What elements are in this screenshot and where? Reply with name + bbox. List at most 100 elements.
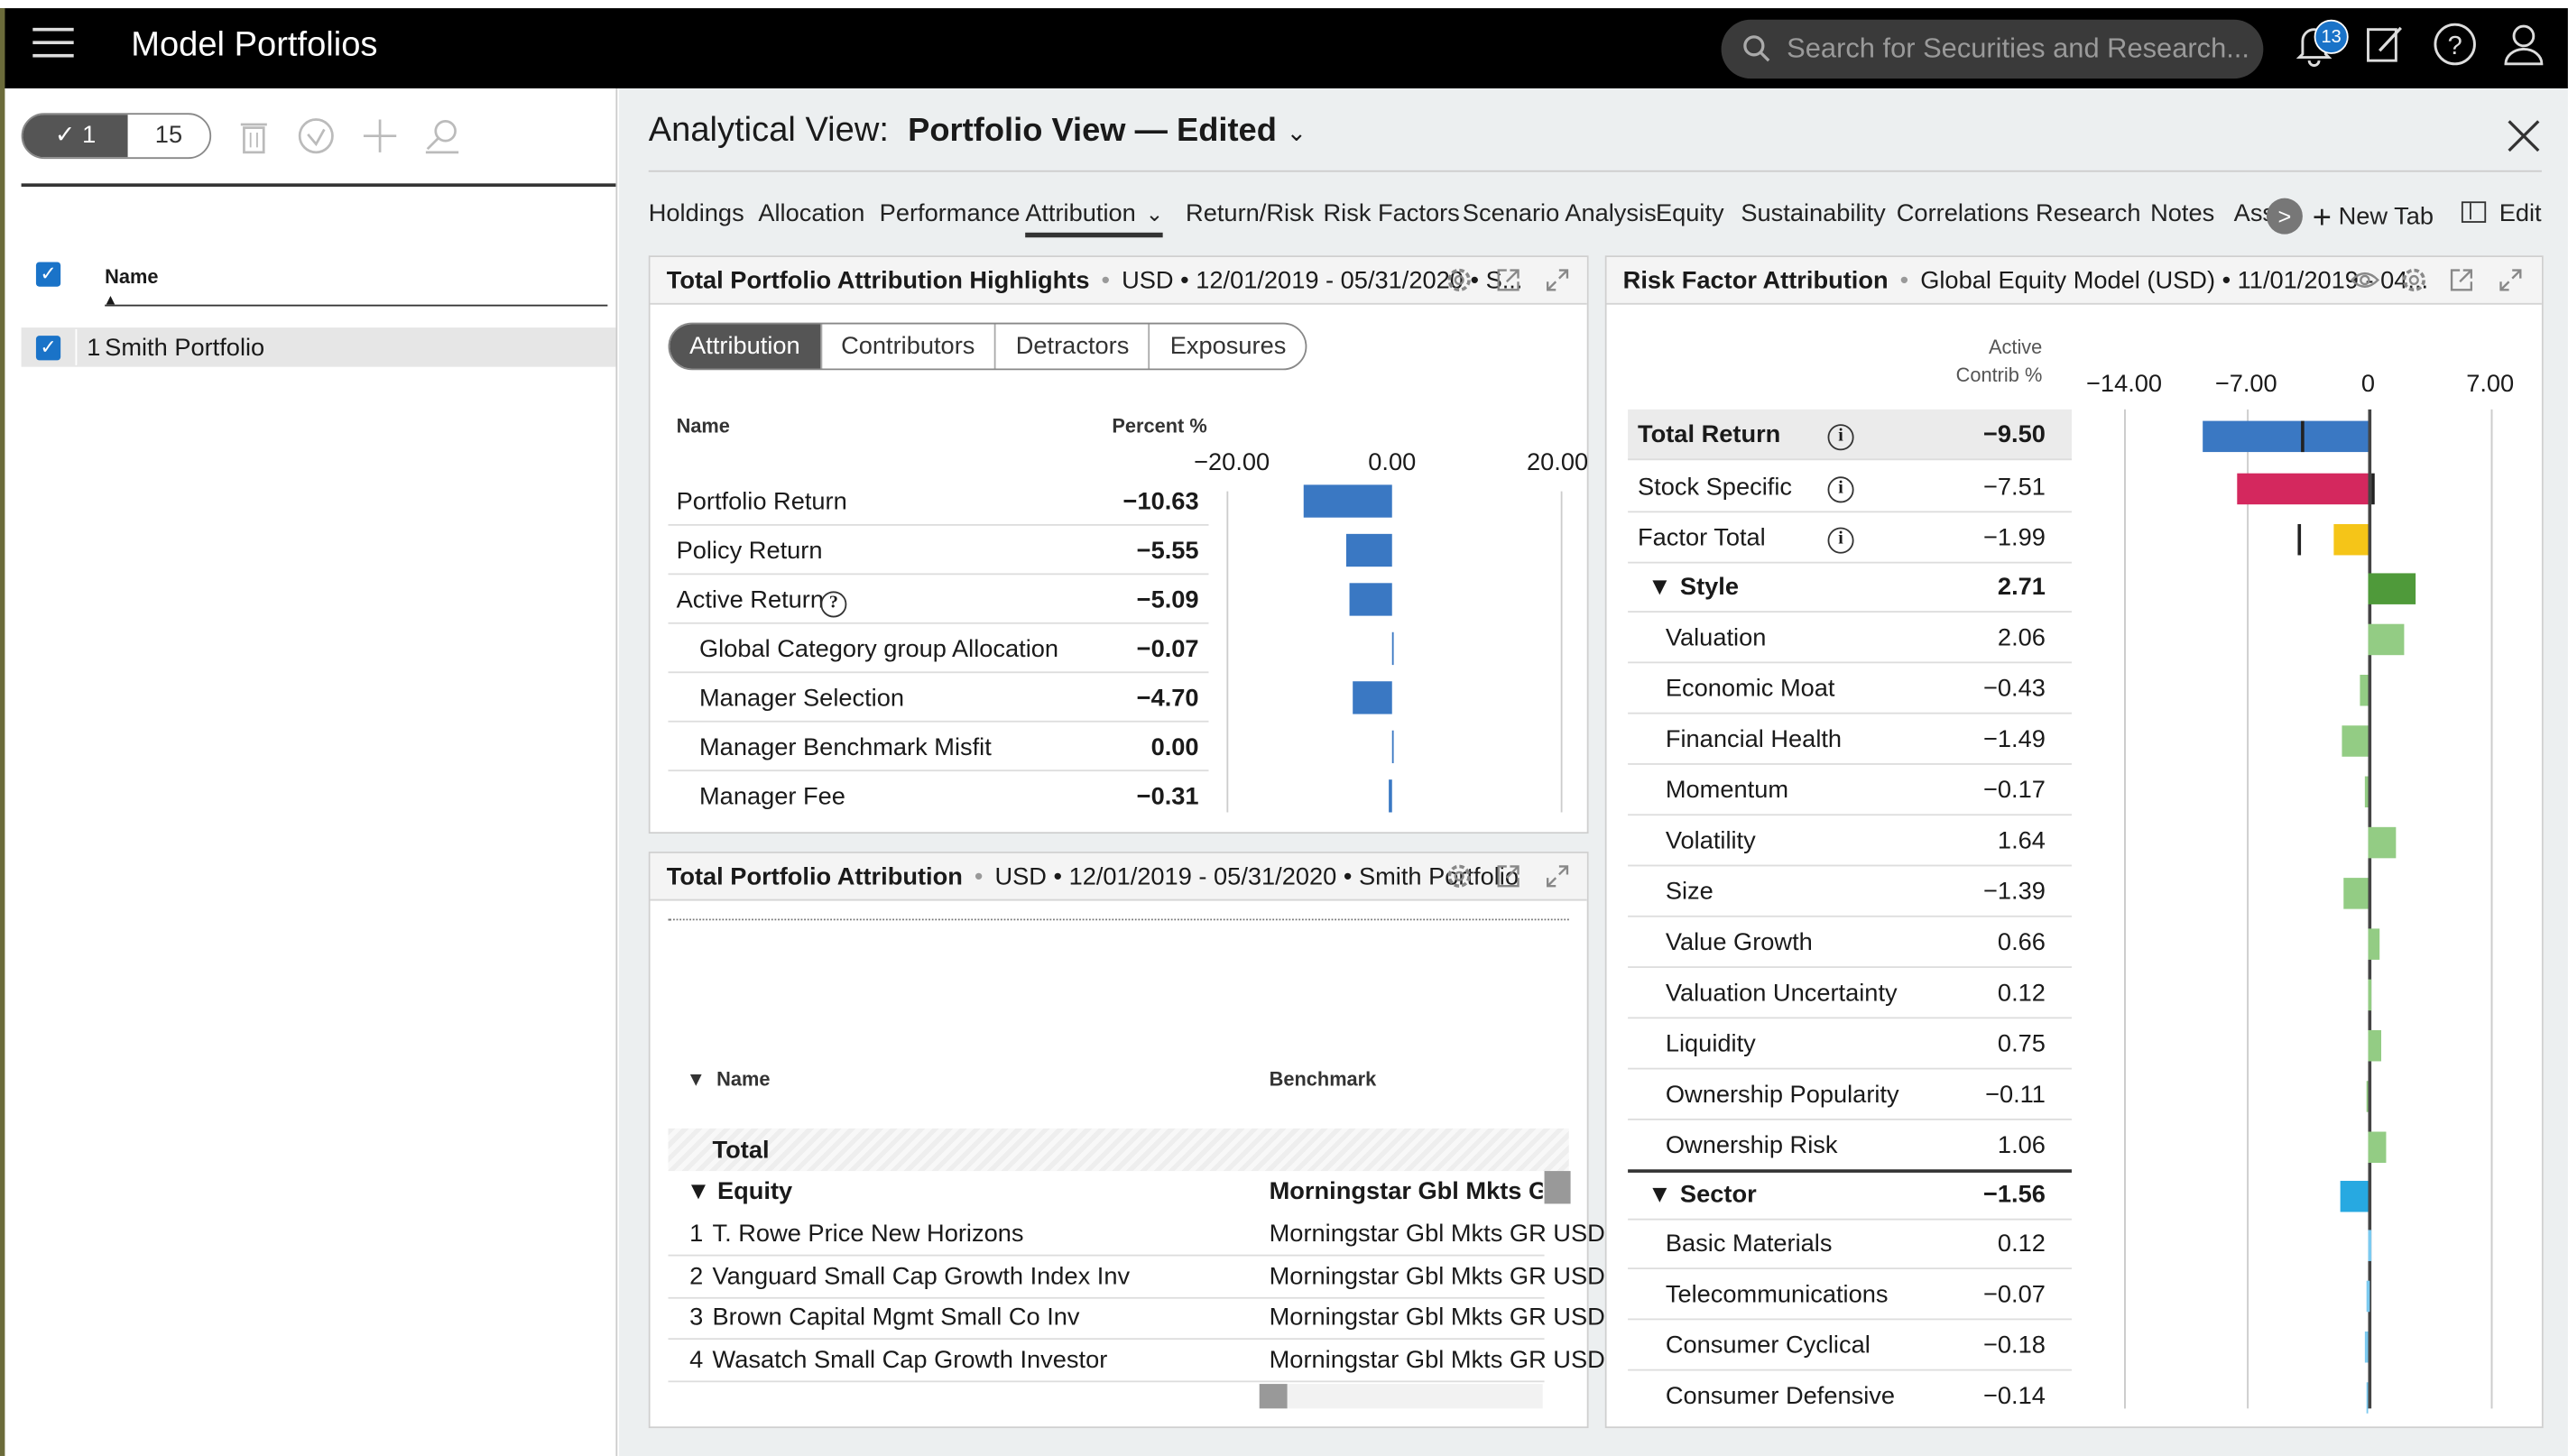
highlights-row-name: Manager Fee: [699, 782, 845, 811]
rfa-axis-tick: 7.00: [2466, 370, 2515, 399]
name-column-header[interactable]: Name: [105, 265, 158, 288]
tab-research[interactable]: Research: [2036, 199, 2141, 227]
row-checkbox[interactable]: ✓: [35, 336, 61, 361]
row-divider: [668, 573, 1209, 576]
highlights-percent-header: Percent %: [1112, 414, 1207, 438]
rfa-row-name: Size: [1665, 878, 1714, 906]
help-icon[interactable]: ?: [2430, 20, 2479, 69]
highlights-axis-tick: −20.00: [1194, 448, 1270, 477]
rfa-row-name: Liquidity: [1665, 1029, 1756, 1058]
view-title[interactable]: Analytical View: Portfolio View — Edited…: [649, 111, 1307, 151]
rfa-row-value: −1.56: [1983, 1180, 2046, 1209]
row-divider: [668, 1338, 1545, 1341]
gear-icon[interactable]: [2399, 265, 2429, 295]
rfa-gridline: [2246, 409, 2249, 1409]
row-divider: [75, 328, 78, 365]
tab-risk-factors[interactable]: Risk Factors: [1324, 199, 1460, 227]
info-icon[interactable]: i: [1827, 476, 1854, 503]
rfa-row-name: Style: [1679, 573, 1740, 602]
user-icon[interactable]: [2499, 20, 2548, 69]
edit-label: Edit: [2499, 199, 2542, 228]
expand-icon[interactable]: [2496, 265, 2526, 295]
tabs-next-icon[interactable]: >: [2266, 198, 2303, 235]
tab-scenario-analysis[interactable]: Scenario Analysis: [1463, 199, 1657, 227]
highlights-axis-tick: 20.00: [1526, 448, 1589, 477]
collapse-caret-icon[interactable]: ▼: [1648, 1181, 1672, 1209]
tab-correlations[interactable]: Correlations: [1897, 199, 2029, 227]
select-all-checkbox[interactable]: ✓: [35, 262, 61, 287]
rfa-row-value: −7.51: [1983, 473, 2046, 502]
total-count[interactable]: 15: [128, 115, 210, 157]
row-divider: [1628, 1267, 2072, 1270]
tab-attribution[interactable]: Attribution ⌄: [1025, 199, 1164, 238]
expand-icon[interactable]: [1543, 862, 1573, 891]
highlights-row-name: Active Return: [676, 585, 825, 614]
tpa-row-benchmark: Morningstar Gbl Mkts GR USD: [1269, 1345, 1605, 1374]
rfa-bar: [2360, 674, 2369, 706]
rfa-marker: [2297, 523, 2302, 556]
rfa-row-name: Economic Moat: [1665, 674, 1835, 703]
tabs-divider: [648, 170, 2542, 172]
highlights-row-value: −4.70: [1136, 684, 1199, 713]
rfa-row: Stock Specific: [1638, 474, 1792, 502]
edit-note-icon[interactable]: [2360, 20, 2408, 69]
list-item[interactable]: ✓ 1 Smith Portfolio: [21, 327, 616, 367]
vertical-scrollbar[interactable]: [1544, 1171, 1571, 1204]
rfa-row: Ownership Risk: [1666, 1132, 1838, 1160]
horizontal-scrollbar-track[interactable]: [1259, 1384, 1543, 1409]
edit-button[interactable]: Edit: [2461, 199, 2542, 228]
tab-performance[interactable]: Performance: [880, 199, 1021, 227]
tab-holdings[interactable]: Holdings: [649, 199, 744, 227]
row-divider: [1628, 1368, 2072, 1371]
info-icon[interactable]: i: [1827, 527, 1854, 554]
rfa-row[interactable]: ▼ Style: [1648, 573, 1739, 601]
pill-exposures[interactable]: Exposures: [1150, 324, 1306, 368]
svg-text:?: ?: [2448, 32, 2462, 60]
gear-icon[interactable]: [1445, 265, 1474, 295]
menu-icon[interactable]: [32, 27, 74, 64]
highlights-row-value: 0.00: [1150, 733, 1199, 762]
left-panel: [5, 88, 618, 1456]
rfa-row-value: −0.17: [1983, 776, 2046, 805]
trash-icon[interactable]: [235, 116, 274, 156]
popout-icon[interactable]: [1493, 862, 1523, 891]
selection-toggle[interactable]: ✓ 1 15: [21, 113, 212, 160]
search-user-icon[interactable]: [422, 116, 462, 156]
check-circle-icon[interactable]: [297, 116, 337, 156]
tab-sustainability[interactable]: Sustainability: [1741, 199, 1885, 227]
rfa-row-value: 2.06: [1997, 623, 2046, 652]
pill-attribution[interactable]: Attribution: [670, 324, 822, 369]
add-icon[interactable]: [360, 116, 400, 156]
tab-notes[interactable]: Notes: [2150, 199, 2214, 227]
rfa-row-value: −0.14: [1983, 1382, 2046, 1411]
gear-icon[interactable]: [1445, 862, 1474, 891]
row-divider: [1628, 1067, 2072, 1070]
eye-icon[interactable]: [2350, 265, 2380, 295]
popout-icon[interactable]: [1493, 265, 1523, 295]
tpa-row-name: Wasatch Small Cap Growth Investor: [712, 1345, 1108, 1374]
selected-count[interactable]: ✓ 1: [23, 115, 128, 158]
help-icon[interactable]: ?: [820, 591, 847, 618]
highlights-bar: [1304, 484, 1392, 518]
new-tab-button[interactable]: + New Tab: [2313, 199, 2434, 237]
collapse-caret-icon[interactable]: ▼: [1648, 573, 1672, 601]
app-title: Model Portfolios: [131, 26, 378, 64]
rfa-row: Ownership Popularity: [1666, 1081, 1899, 1109]
highlights-bar: [1391, 730, 1394, 764]
rfa-row[interactable]: ▼ Sector: [1648, 1181, 1757, 1209]
pill-contributors[interactable]: Contributors: [821, 324, 996, 369]
horizontal-scrollbar-thumb[interactable]: [1259, 1384, 1288, 1409]
row-divider: [668, 1254, 1545, 1257]
tab-equity[interactable]: Equity: [1656, 199, 1724, 227]
pill-detractors[interactable]: Detractors: [996, 324, 1150, 369]
rfa-row-name: Stock Specific: [1638, 473, 1793, 502]
rfa-bar: [2367, 1280, 2369, 1313]
close-icon[interactable]: [2502, 115, 2545, 157]
expand-icon[interactable]: [1543, 265, 1573, 295]
info-icon[interactable]: i: [1827, 424, 1854, 451]
popout-icon[interactable]: [2447, 265, 2477, 295]
search-input[interactable]: Search for Securities and Research...: [1721, 19, 2264, 79]
tab-return-risk[interactable]: Return/Risk: [1186, 199, 1314, 227]
tab-allocation[interactable]: Allocation: [758, 199, 864, 227]
tpa-group-row[interactable]: ▼ Equity: [686, 1177, 792, 1205]
